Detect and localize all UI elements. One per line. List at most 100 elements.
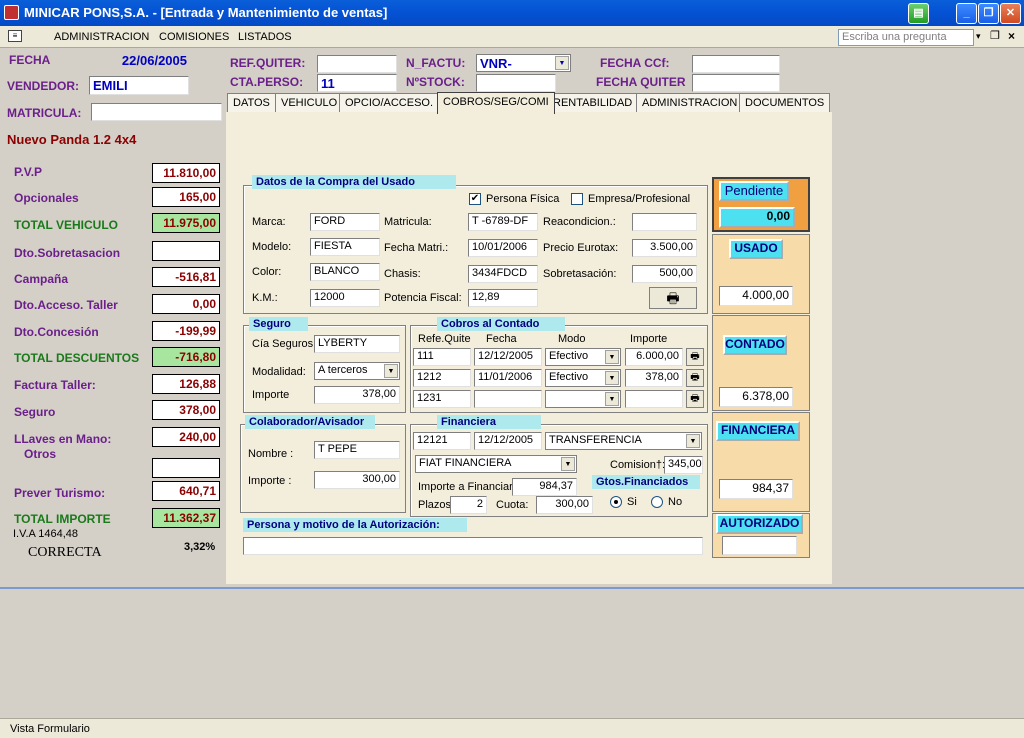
- ask-dropdown-icon[interactable]: ▾: [976, 31, 981, 42]
- vendedor-field[interactable]: EMILI: [89, 76, 189, 95]
- minimize-button[interactable]: _: [956, 3, 977, 24]
- price-value[interactable]: [152, 458, 220, 478]
- potencia-field[interactable]: 12,89: [468, 289, 538, 307]
- fin-ref-field[interactable]: 12121: [413, 432, 471, 450]
- price-value[interactable]: -716,80: [152, 347, 220, 367]
- reacond-field[interactable]: [632, 213, 697, 231]
- price-value[interactable]: 0,00: [152, 294, 220, 314]
- chevron-down-icon[interactable]: ▼: [605, 371, 619, 385]
- price-value[interactable]: [152, 241, 220, 261]
- financiera-button[interactable]: FINANCIERA: [716, 421, 800, 441]
- chevron-down-icon[interactable]: ▼: [605, 350, 619, 364]
- marca-field[interactable]: FORD: [310, 213, 380, 231]
- cobro-fecha-field[interactable]: 11/01/2006: [474, 369, 542, 387]
- price-value[interactable]: -516,81: [152, 267, 220, 287]
- empresa-checkbox[interactable]: [571, 193, 583, 205]
- ref-quiter-field[interactable]: [317, 55, 397, 73]
- excel-icon[interactable]: ▤: [908, 3, 929, 24]
- ask-question-input[interactable]: Escriba una pregunta: [838, 29, 974, 46]
- gtos-si-radio[interactable]: [610, 496, 622, 508]
- price-value[interactable]: 240,00: [152, 427, 220, 447]
- price-value[interactable]: 11.362,37: [152, 508, 220, 528]
- cobro-importe-field[interactable]: [625, 390, 683, 408]
- cobro-fecha-field[interactable]: [474, 390, 542, 408]
- modelo-field[interactable]: FIESTA: [310, 238, 380, 256]
- gtos-no-radio[interactable]: [651, 496, 663, 508]
- price-value[interactable]: 165,00: [152, 187, 220, 207]
- chevron-down-icon[interactable]: ▼: [605, 392, 619, 406]
- menu-listados[interactable]: LISTADOS: [238, 31, 292, 43]
- price-value[interactable]: 11.810,00: [152, 163, 220, 183]
- chevron-down-icon[interactable]: ▼: [686, 434, 700, 448]
- pendiente-button[interactable]: Pendiente: [719, 181, 789, 201]
- tab-administracion[interactable]: ADMINISTRACION: [636, 93, 744, 113]
- eurotax-field[interactable]: 3.500,00: [632, 239, 697, 257]
- chevron-down-icon[interactable]: ▼: [384, 364, 398, 378]
- autorizacion-field[interactable]: [243, 537, 703, 555]
- plazos-field[interactable]: 2: [450, 496, 487, 514]
- cobro-modo-select[interactable]: ▼: [545, 390, 621, 408]
- comision-field[interactable]: 345,00: [664, 456, 703, 474]
- print-icon[interactable]: 🖶: [686, 348, 704, 366]
- persona-fisica-checkbox[interactable]: ✔: [469, 193, 481, 205]
- importe-financiar-field[interactable]: 984,37: [512, 478, 577, 496]
- restore-button[interactable]: ❐: [978, 3, 999, 24]
- modalidad-select[interactable]: A terceros ▼: [314, 362, 400, 380]
- contado-button[interactable]: CONTADO: [723, 335, 787, 355]
- chasis-field[interactable]: 3434FDCD: [468, 265, 538, 283]
- matricula-field[interactable]: [91, 103, 222, 121]
- cobro-modo-select[interactable]: Efectivo ▼: [545, 369, 621, 387]
- fecha-field[interactable]: 22/06/2005: [90, 52, 190, 70]
- sobretas-field[interactable]: 500,00: [632, 265, 697, 283]
- price-value[interactable]: 126,88: [152, 374, 220, 394]
- close-button[interactable]: ✕: [1000, 3, 1021, 24]
- tab-opcio-acceso[interactable]: OPCIO/ACCESO.: [339, 93, 440, 113]
- print-icon[interactable]: 🖶: [686, 390, 704, 408]
- print-icon[interactable]: 🖶: [649, 287, 697, 309]
- chevron-down-icon[interactable]: ▼: [561, 457, 575, 471]
- cobro-modo-select[interactable]: Efectivo ▼: [545, 348, 621, 366]
- menu-administracion[interactable]: ADMINISTRACION: [54, 31, 149, 43]
- colab-nombre-field[interactable]: T PEPE: [314, 441, 400, 459]
- app-key-icon[interactable]: [4, 5, 19, 20]
- n-factu-select[interactable]: VNR- ▼: [476, 54, 571, 72]
- chevron-down-icon[interactable]: ▼: [555, 56, 569, 70]
- fin-fecha-field[interactable]: 12/12/2005: [474, 432, 542, 450]
- autorizado-button[interactable]: AUTORIZADO: [716, 514, 803, 534]
- print-icon[interactable]: 🖶: [686, 369, 704, 387]
- cobro-ref-field[interactable]: 1212: [413, 369, 471, 387]
- color-field[interactable]: BLANCO: [310, 263, 380, 281]
- cta-perso-field[interactable]: 11: [317, 74, 397, 92]
- colab-importe-field[interactable]: 300,00: [314, 471, 400, 489]
- menu-comisiones[interactable]: COMISIONES: [159, 31, 229, 43]
- mdi-restore-icon[interactable]: ❐: [990, 29, 1000, 42]
- price-value[interactable]: 378,00: [152, 400, 220, 420]
- tab-vehiculo[interactable]: VEHICULO: [275, 93, 344, 113]
- tab-datos[interactable]: DATOS: [227, 93, 276, 113]
- cuota-field[interactable]: 300,00: [536, 496, 593, 514]
- fin-entidad-select[interactable]: FIAT FINANCIERA ▼: [415, 455, 577, 473]
- seguro-importe-field[interactable]: 378,00: [314, 386, 400, 404]
- mdi-close-icon[interactable]: ×: [1008, 29, 1015, 43]
- tab-cobros-seg-comi[interactable]: COBROS/SEG/COMI: [437, 92, 555, 114]
- matricula-usado-field[interactable]: T -6789-DF: [468, 213, 538, 231]
- fecha-ccf-field[interactable]: [692, 55, 780, 73]
- price-value[interactable]: -199,99: [152, 321, 220, 341]
- fin-modo-select[interactable]: TRANSFERENCIA ▼: [545, 432, 702, 450]
- cobro-ref-field[interactable]: 111: [413, 348, 471, 366]
- price-value[interactable]: 640,71: [152, 481, 220, 501]
- nstock-field[interactable]: [476, 74, 556, 92]
- form-icon[interactable]: ≡: [8, 30, 22, 42]
- fecha-matri-field[interactable]: 10/01/2006: [468, 239, 538, 257]
- fecha-quiter-field[interactable]: [692, 74, 780, 92]
- tab-rentabilidad[interactable]: RENTABILIDAD: [547, 93, 639, 113]
- cobro-importe-field[interactable]: 6.000,00: [625, 348, 683, 366]
- cobro-fecha-field[interactable]: 12/12/2005: [474, 348, 542, 366]
- cobro-importe-field[interactable]: 378,00: [625, 369, 683, 387]
- usado-button[interactable]: USADO: [729, 239, 783, 259]
- km-field[interactable]: 12000: [310, 289, 380, 307]
- price-value[interactable]: 11.975,00: [152, 213, 220, 233]
- tab-documentos[interactable]: DOCUMENTOS: [739, 93, 831, 113]
- cobro-ref-field[interactable]: 1231: [413, 390, 471, 408]
- cia-field[interactable]: LYBERTY: [314, 335, 400, 353]
